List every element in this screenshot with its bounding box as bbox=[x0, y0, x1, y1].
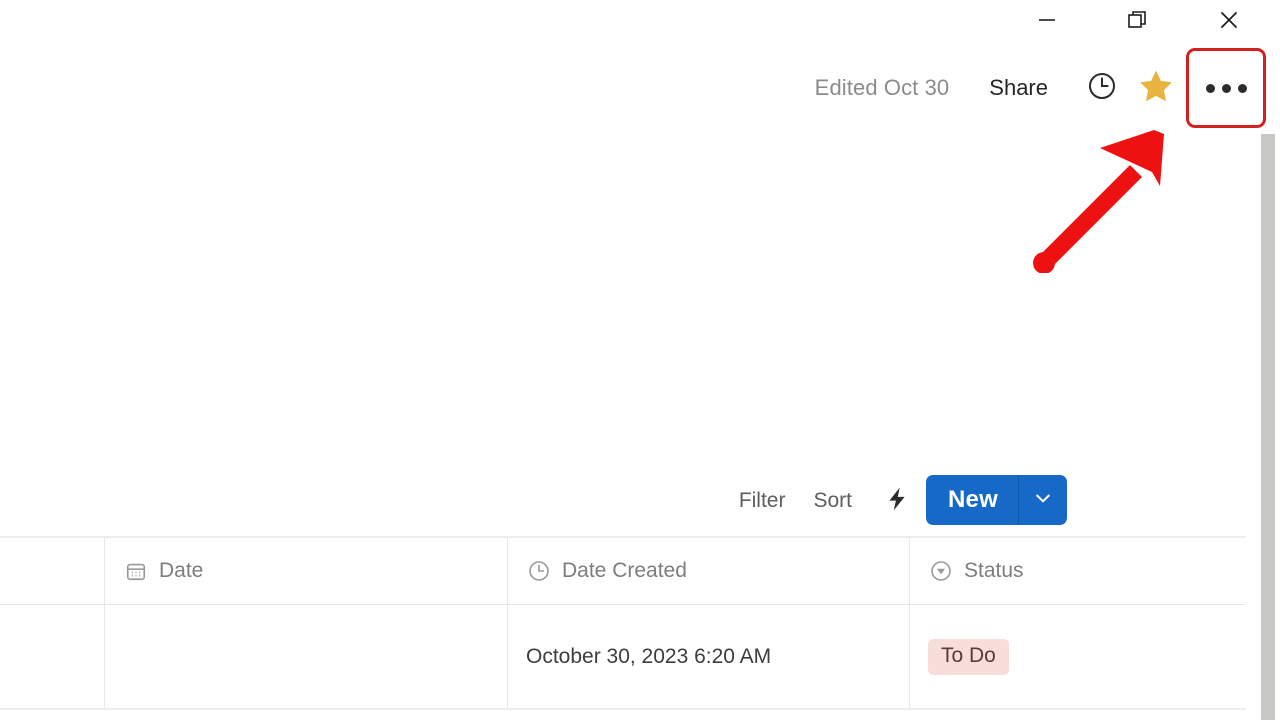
column-header-date[interactable]: Date bbox=[105, 538, 508, 604]
column-header-date-created[interactable]: Date Created bbox=[508, 538, 910, 604]
select-circle-icon bbox=[928, 558, 954, 584]
sort-button[interactable]: Sort bbox=[813, 489, 852, 513]
cell-date[interactable] bbox=[105, 605, 508, 708]
minimize-icon bbox=[1035, 8, 1059, 32]
favorite-star-button[interactable] bbox=[1134, 66, 1178, 110]
last-edited-label: Edited Oct 30 bbox=[814, 75, 950, 100]
filter-button[interactable]: Filter bbox=[739, 489, 786, 513]
table-row[interactable]: October 30, 2023 6:20 AM To Do bbox=[0, 605, 1246, 710]
clock-icon bbox=[1086, 70, 1118, 107]
column-header-label: Date bbox=[159, 559, 204, 582]
column-header-status[interactable]: Status bbox=[910, 538, 1246, 604]
vertical-scrollbar[interactable] bbox=[1261, 134, 1275, 720]
page-header-actions: Edited Oct 30 Share bbox=[814, 48, 1266, 128]
database-table: Date Date Created Status October 30, 202… bbox=[0, 536, 1246, 720]
column-header-label: Status bbox=[964, 559, 1024, 582]
chevron-down-icon bbox=[1033, 488, 1053, 513]
new-button-group: New bbox=[926, 475, 1067, 525]
star-icon bbox=[1137, 67, 1175, 110]
new-dropdown-button[interactable] bbox=[1017, 475, 1067, 525]
restore-icon bbox=[1125, 8, 1149, 32]
calendar-icon bbox=[123, 558, 149, 584]
cell-date-created[interactable]: October 30, 2023 6:20 AM bbox=[508, 605, 910, 708]
ellipsis-icon bbox=[1205, 83, 1247, 93]
share-button[interactable]: Share bbox=[989, 75, 1048, 101]
row-gutter bbox=[0, 605, 105, 708]
clock-icon bbox=[526, 558, 552, 584]
automation-button[interactable] bbox=[880, 484, 914, 518]
minimize-window-button[interactable] bbox=[1024, 4, 1070, 36]
cell-date-created-value: October 30, 2023 6:20 AM bbox=[526, 644, 772, 668]
lightning-bolt-icon bbox=[884, 485, 910, 518]
restore-window-button[interactable] bbox=[1114, 4, 1160, 36]
close-icon bbox=[1216, 7, 1242, 33]
new-button[interactable]: New bbox=[926, 475, 1018, 525]
more-menu-button[interactable] bbox=[1186, 48, 1266, 128]
window-controls-bar bbox=[0, 0, 1280, 40]
close-window-button[interactable] bbox=[1206, 4, 1252, 36]
table-header-gutter bbox=[0, 538, 105, 604]
status-badge: To Do bbox=[928, 638, 1009, 675]
page-history-button[interactable] bbox=[1080, 66, 1124, 110]
cell-status[interactable]: To Do bbox=[910, 605, 1246, 708]
column-header-label: Date Created bbox=[562, 559, 687, 582]
table-header-row: Date Date Created Status bbox=[0, 536, 1246, 605]
annotation-arrow bbox=[1018, 128, 1198, 274]
